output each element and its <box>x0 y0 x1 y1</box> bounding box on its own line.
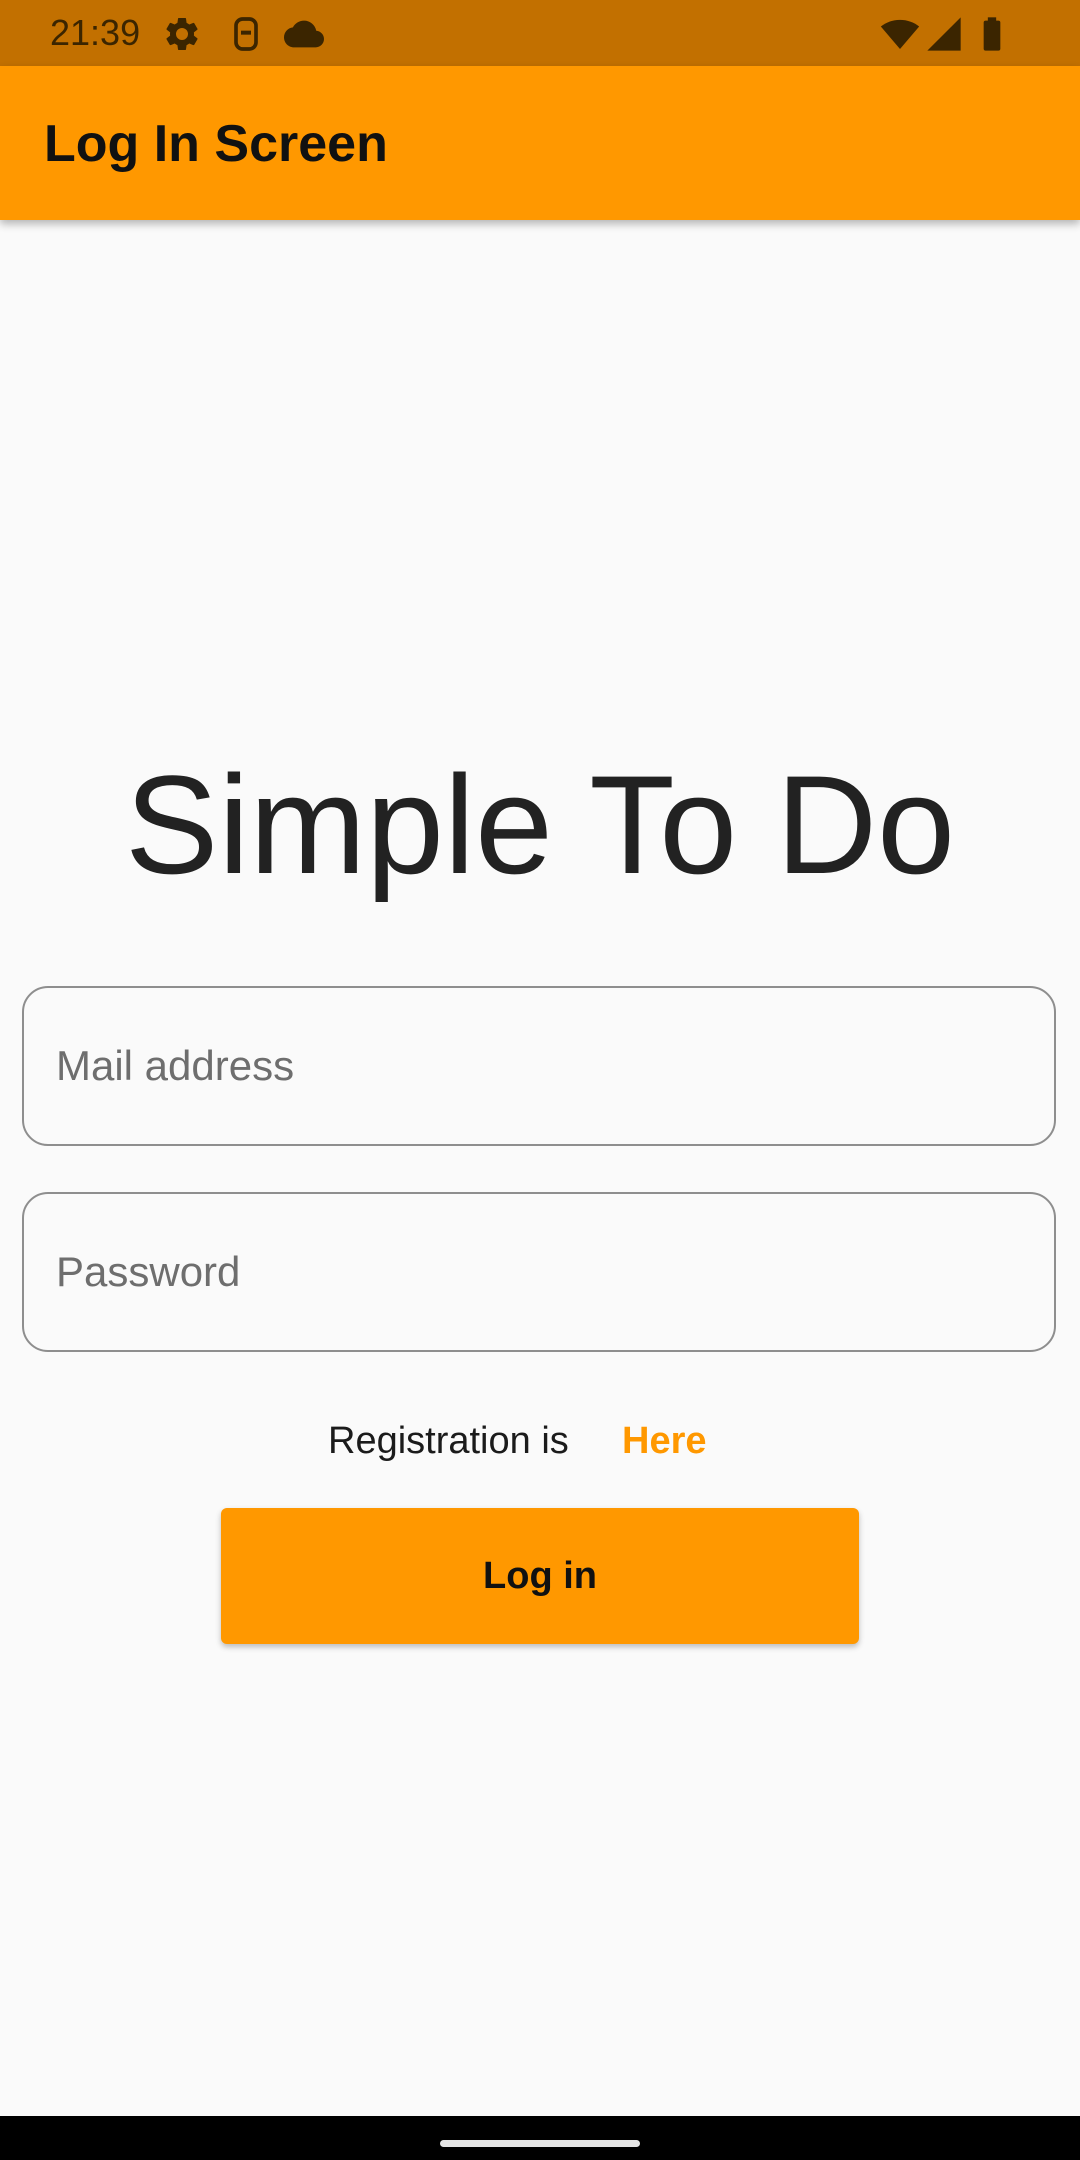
cloud-icon <box>284 14 324 54</box>
battery-icon <box>972 14 1012 54</box>
app-bar: Log In Screen <box>0 66 1080 220</box>
home-gesture-handle[interactable] <box>440 2140 640 2147</box>
cellular-signal-icon <box>924 14 964 54</box>
sim-card-icon <box>226 14 266 54</box>
password-field[interactable] <box>22 1192 1056 1352</box>
app-bar-title: Log In Screen <box>44 115 388 173</box>
login-button[interactable]: Log in <box>221 1508 859 1644</box>
status-time: 21:39 <box>50 12 141 53</box>
wifi-icon <box>880 14 920 54</box>
app-headline: Simple To Do <box>124 746 956 903</box>
registration-link[interactable]: Here <box>622 1416 707 1466</box>
status-bar: 21:39 <box>0 0 1080 66</box>
gear-icon <box>162 14 202 54</box>
email-field[interactable] <box>22 986 1056 1146</box>
navigation-bar <box>0 2116 1080 2160</box>
registration-text: Registration is <box>328 1420 569 1462</box>
